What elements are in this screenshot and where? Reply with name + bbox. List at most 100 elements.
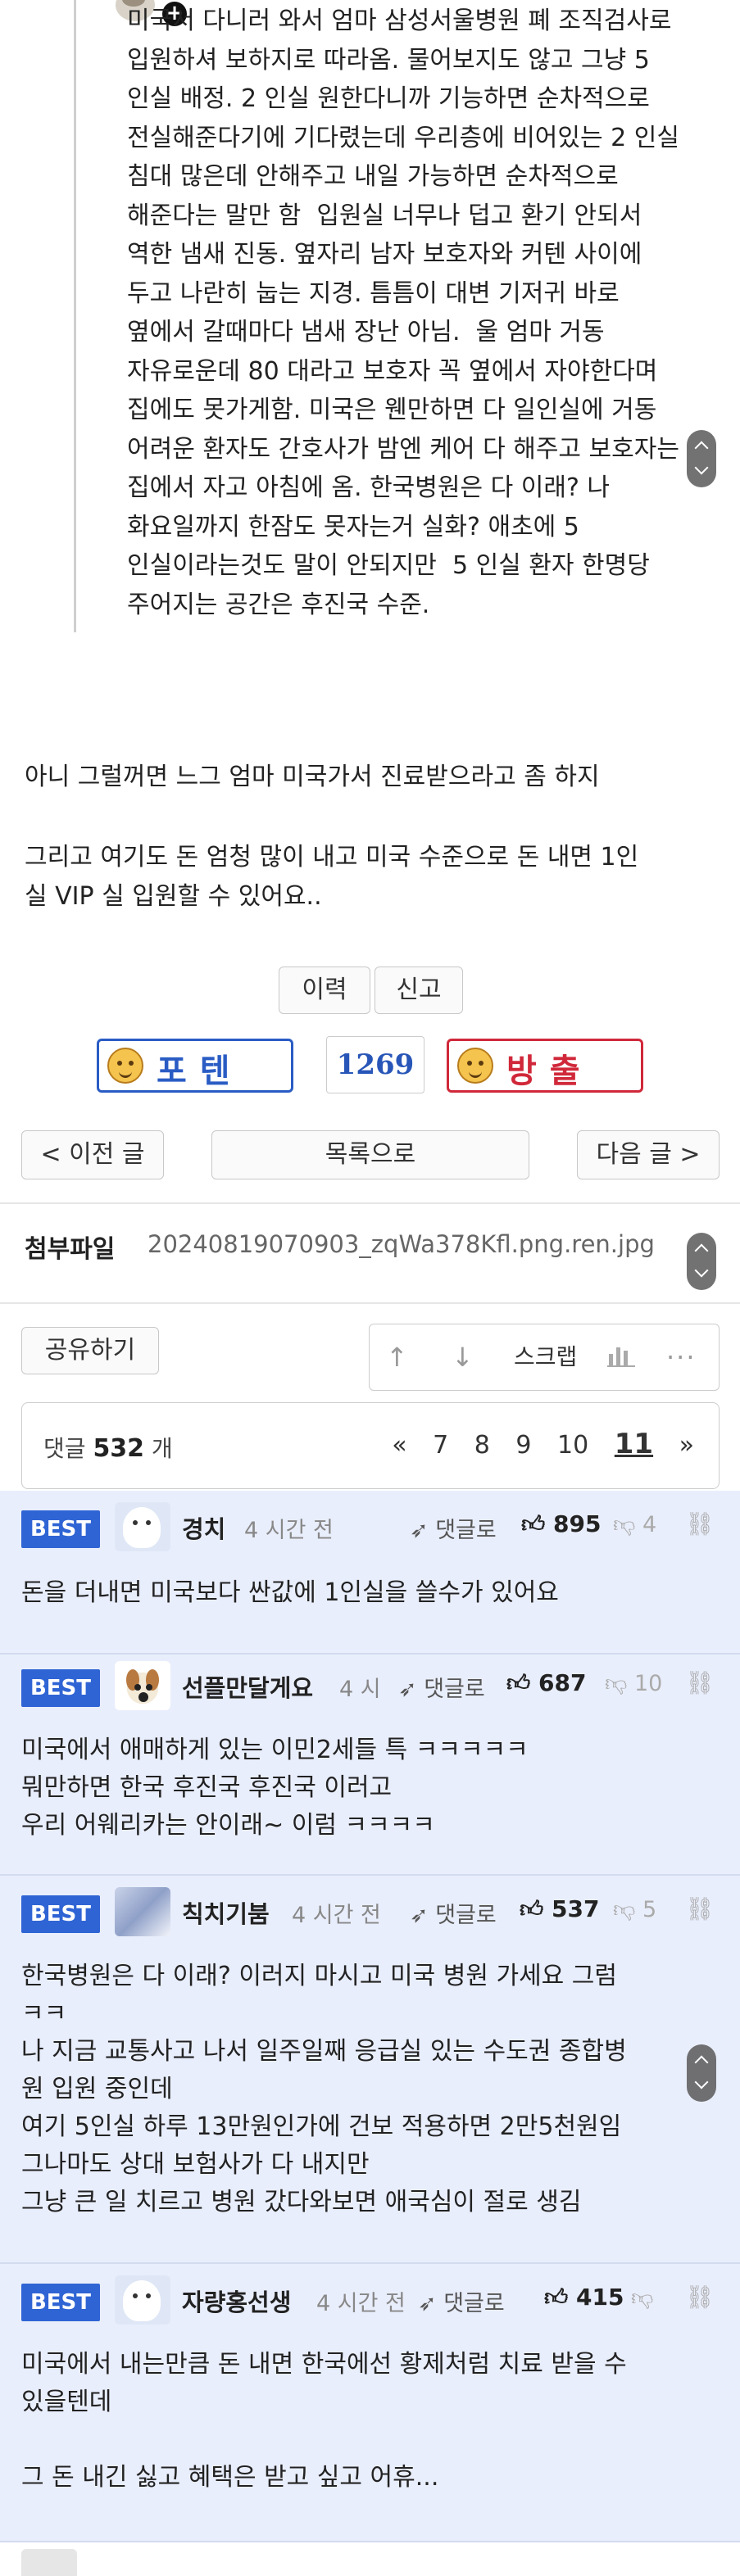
- upvote-button[interactable]: 포텐: [97, 1039, 293, 1093]
- arrow-up-icon[interactable]: ↑: [386, 1342, 408, 1372]
- like-count: 687: [538, 1669, 587, 1696]
- downvote-button[interactable]: 방출: [447, 1039, 643, 1093]
- more-icon[interactable]: ···: [666, 1342, 697, 1372]
- thumbs-up-icon: 👍︎: [520, 1895, 552, 1922]
- thumbs-down-icon: 👎︎: [613, 1897, 642, 1922]
- prev-post-button[interactable]: < 이전 글: [21, 1130, 164, 1179]
- best-badge: BEST: [21, 1895, 100, 1933]
- pager-page[interactable]: 8: [474, 1431, 490, 1460]
- pager-page[interactable]: 7: [433, 1431, 448, 1460]
- reply-button[interactable]: ➶ 댓글로: [398, 1671, 485, 1703]
- reply-arrow-icon: ➶: [398, 1677, 424, 1702]
- divider: [0, 1302, 740, 1304]
- post-toolbar: ↑ ↓ 스크랩 ···: [369, 1324, 720, 1391]
- comment-body: 미국에서 내는만큼 돈 내면 한국에선 황제처럼 치료 받을 수 있을텐데 그 …: [21, 2350, 627, 2492]
- comment-time: 4 시간 전: [292, 1903, 381, 1928]
- link-icon[interactable]: ⛓: [685, 1669, 715, 1696]
- comment-time: 4 시간 전: [316, 2291, 406, 2316]
- reply-arrow-icon: ➶: [410, 1903, 436, 1928]
- share-button[interactable]: 공유하기: [21, 1327, 159, 1374]
- next-post-button[interactable]: 다음 글 >: [577, 1130, 720, 1179]
- next-comment-partial: [0, 2542, 740, 2576]
- reply-arrow-icon: ➶: [418, 2291, 444, 2316]
- reply-button[interactable]: ➶ 댓글로: [410, 1897, 497, 1929]
- best-badge: BEST: [21, 1669, 100, 1707]
- link-icon[interactable]: ⛓: [685, 1895, 715, 1922]
- attachment-label: 첨부파일: [25, 1235, 116, 1264]
- like-button[interactable]: 👍︎ 415: [544, 2284, 624, 2311]
- scroll-updown-icon[interactable]: [687, 430, 716, 487]
- arrow-down-icon[interactable]: ↓: [452, 1342, 474, 1372]
- bar-chart-icon[interactable]: [607, 1342, 635, 1373]
- comment-nickname[interactable]: 칙치기붐: [182, 1895, 270, 1930]
- link-icon[interactable]: ⛓: [685, 2284, 715, 2311]
- reply-button[interactable]: ➶ 댓글로: [410, 1512, 497, 1544]
- quoted-post-text: 미국서 다니러 와서 엄마 삼성서울병원 폐 조직검사로 입원하셔 보하지로 따…: [127, 7, 679, 619]
- thumbs-down-icon: 👎︎: [613, 1512, 642, 1537]
- comment-body: 한국병원은 다 이래? 이러지 마시고 미국 병원 가세요 그럼 ㅋㅋ 나 지금…: [21, 1962, 627, 2216]
- avatar[interactable]: [115, 1887, 170, 1936]
- pager-current-page[interactable]: 11: [615, 1428, 653, 1460]
- avatar[interactable]: [115, 1661, 170, 1710]
- best-badge: BEST: [21, 1510, 100, 1548]
- pager-first-button[interactable]: «: [392, 1431, 406, 1460]
- scroll-updown-icon[interactable]: [687, 1233, 716, 1290]
- comment-item: BEST 자량홍선생 4 시간 전 ➶ 댓글로 👍︎ 415 👎︎ ⛓ 미국에서…: [0, 2264, 740, 2542]
- reply-label: 댓글로: [435, 1903, 497, 1928]
- comment-time: 4 시: [339, 1677, 381, 1702]
- pager-last-button[interactable]: »: [679, 1431, 694, 1460]
- post-line-3: 실 VIP 실 입원할 수 있어요..: [25, 882, 322, 911]
- pager-page[interactable]: 10: [557, 1431, 588, 1460]
- like-count: 415: [576, 2284, 624, 2311]
- avatar[interactable]: [115, 2275, 170, 2325]
- comment-count: 댓글 532 개: [43, 1431, 173, 1464]
- report-button[interactable]: 신고: [375, 967, 463, 1014]
- post-line-1: 아니 그럴꺼면 느그 엄마 미국가서 진료받으라고 좀 하지: [25, 763, 600, 791]
- link-icon[interactable]: ⛓: [685, 1510, 715, 1537]
- reply-button[interactable]: ➶ 댓글로: [418, 2285, 505, 2317]
- like-count: 537: [552, 1895, 600, 1922]
- reply-label: 댓글로: [443, 2291, 505, 2316]
- like-button[interactable]: 👍︎ 895: [521, 1510, 601, 1538]
- comment-count-prefix: 댓글: [43, 1435, 86, 1462]
- comment-nickname[interactable]: 자량홍선생: [182, 2284, 291, 2318]
- like-button[interactable]: 👍︎ 687: [506, 1669, 586, 1697]
- comments-header: 댓글 532 개 « 7 8 9 10 11 »: [21, 1402, 720, 1489]
- thumbs-down-face-icon: [457, 1048, 493, 1084]
- thumbs-up-icon: 👍︎: [506, 1669, 539, 1696]
- list-button[interactable]: 목록으로: [211, 1130, 529, 1179]
- best-badge: BEST: [21, 2284, 100, 2321]
- history-button[interactable]: 이력: [279, 967, 370, 1014]
- quoted-post: + 미국서 다니러 와서 엄마 삼성서울병원 폐 조직검사로 입원하셔 보하지로…: [74, 0, 721, 632]
- downvote-label: 방출: [506, 1053, 593, 1090]
- thumbs-up-icon: 👍︎: [521, 1510, 554, 1537]
- reply-label: 댓글로: [435, 1518, 497, 1543]
- comment-body: 미국에서 애매하게 있는 이민2세들 특 ㅋㅋㅋㅋㅋ 뭐만하면 한국 후진국 후…: [21, 1736, 529, 1840]
- vote-count: 1269: [326, 1036, 424, 1093]
- upvote-label: 포텐: [157, 1053, 243, 1090]
- comment-item: BEST 칙치기붐 4 시간 전 ➶ 댓글로 👍︎ 537 👎︎ 5 ⛓ 한국병…: [0, 1876, 740, 2264]
- dislike-button[interactable]: 👎︎: [631, 2285, 653, 2311]
- avatar[interactable]: [115, 1502, 170, 1551]
- avatar: [21, 2549, 77, 2576]
- pager-page[interactable]: 9: [515, 1431, 531, 1460]
- post-line-2: 그리고 여기도 돈 엄청 많이 내고 미국 수준으로 돈 내면 1인: [25, 843, 639, 871]
- dislike-button[interactable]: 👎︎ 4: [613, 1512, 656, 1538]
- attachment-link[interactable]: 20240819070903_zqWa378Kfl.png.ren.jpg: [148, 1230, 655, 1258]
- reply-arrow-icon: ➶: [410, 1518, 436, 1543]
- comment-nickname[interactable]: 경치: [182, 1510, 225, 1545]
- dislike-button[interactable]: 👎︎ 10: [605, 1671, 662, 1697]
- comment-nickname[interactable]: 선플만달게요: [182, 1669, 313, 1704]
- dislike-count: 10: [634, 1671, 663, 1696]
- dislike-button[interactable]: 👎︎ 5: [613, 1897, 656, 1923]
- comment-pager: « 7 8 9 10 11 »: [374, 1428, 694, 1460]
- reply-label: 댓글로: [424, 1677, 485, 1702]
- dislike-count: 5: [642, 1897, 657, 1922]
- comment-count-number: 532: [93, 1434, 145, 1463]
- scroll-updown-icon[interactable]: [687, 2044, 716, 2102]
- thumbs-up-face-icon: [107, 1048, 143, 1084]
- scrap-button[interactable]: 스크랩: [514, 1342, 577, 1372]
- thumbs-down-icon: 👎︎: [605, 1671, 634, 1696]
- like-button[interactable]: 👍︎ 537: [520, 1895, 599, 1923]
- thumbs-down-icon: 👎︎: [631, 2285, 654, 2311]
